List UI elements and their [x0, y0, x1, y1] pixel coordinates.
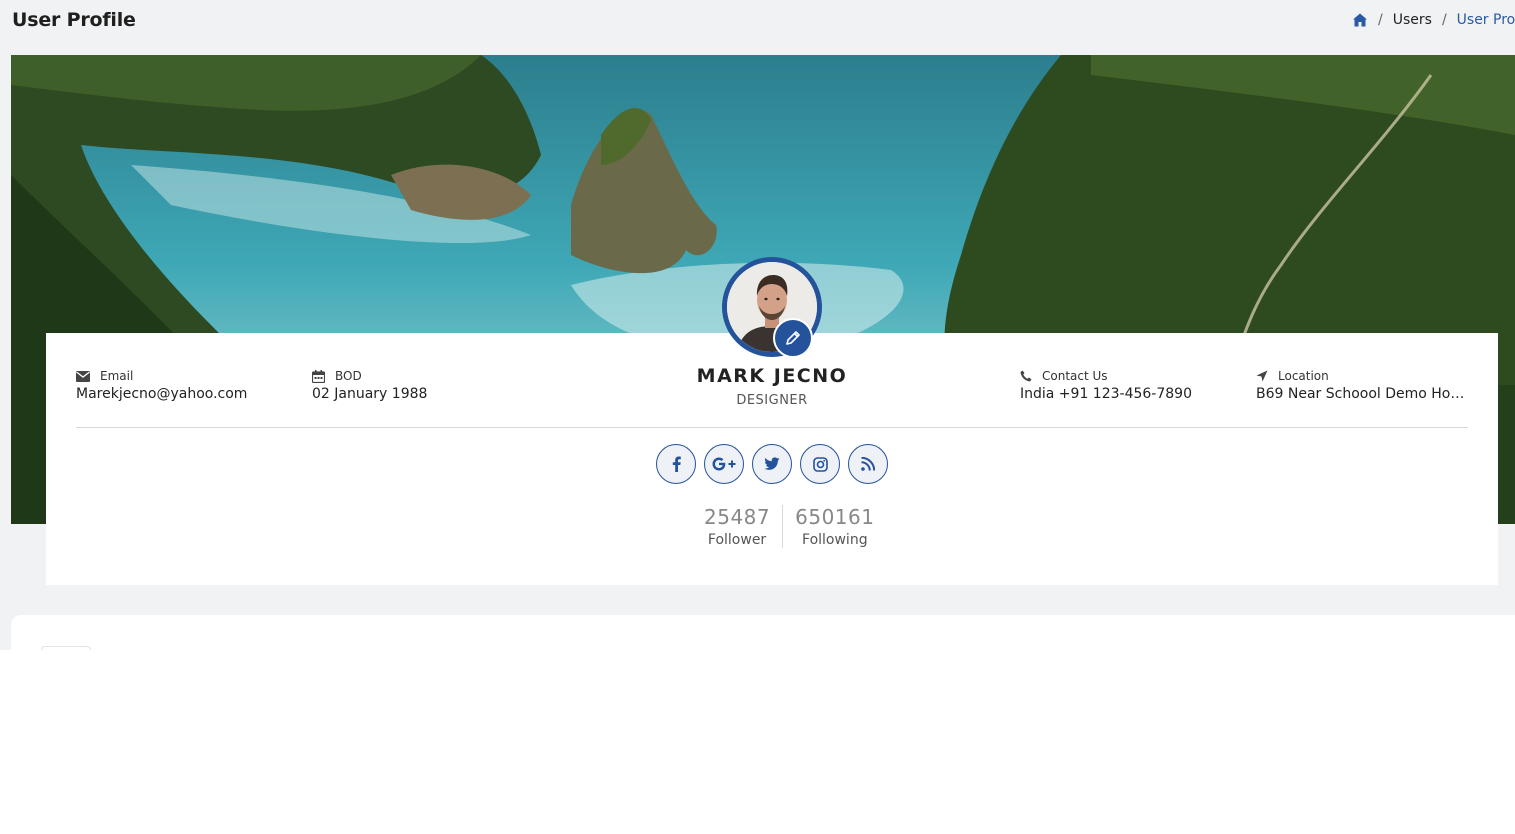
followers-count: 25487	[704, 505, 771, 529]
breadcrumb-item-users[interactable]: Users	[1393, 12, 1432, 28]
page-background: User Profile / Users / User Profile	[0, 0, 1515, 650]
google-plus-button[interactable]	[704, 444, 744, 484]
following-stat: 650161 Following	[782, 505, 886, 548]
breadcrumb-item-current: User Profile	[1456, 12, 1515, 28]
contact-label: Contact Us	[1042, 369, 1108, 383]
location-label: Location	[1278, 369, 1329, 383]
breadcrumb-separator: /	[1441, 12, 1447, 28]
blank-area	[0, 650, 1515, 834]
location-info: Location B69 Near Schoool Demo Home	[1256, 369, 1468, 402]
following-label: Following	[802, 532, 868, 548]
phone-icon	[1020, 370, 1032, 382]
pencil-icon	[786, 331, 800, 345]
followers-label: Follower	[707, 532, 767, 548]
rss-button[interactable]	[848, 444, 888, 484]
following-count: 650161	[795, 505, 875, 529]
breadcrumb: / Users / User Profile	[1352, 12, 1515, 28]
page-title: User Profile	[12, 9, 136, 31]
divider	[76, 427, 1468, 428]
edit-avatar-button[interactable]	[773, 318, 813, 358]
facebook-icon	[672, 456, 681, 472]
contact-value: India +91 123-456-7890	[1020, 386, 1192, 402]
rss-icon	[861, 457, 875, 471]
followers-stat: 25487 Follower	[692, 505, 782, 548]
follow-stats: 25487 Follower 650161 Following	[692, 505, 886, 548]
home-icon[interactable]	[1352, 12, 1368, 28]
profile-card: Email Marekjecno@yahoo.com BOD 02 Januar…	[46, 333, 1498, 585]
instagram-button[interactable]	[800, 444, 840, 484]
social-links	[656, 444, 888, 484]
instagram-icon	[812, 456, 828, 472]
location-arrow-icon	[1256, 370, 1268, 382]
location-value: B69 Near Schoool Demo Home	[1256, 386, 1468, 402]
twitter-icon	[764, 457, 780, 470]
content-panel	[11, 615, 1515, 650]
google-plus-icon	[712, 457, 736, 471]
contact-info: Contact Us India +91 123-456-7890	[1020, 369, 1240, 402]
breadcrumb-separator: /	[1378, 12, 1383, 28]
twitter-button[interactable]	[752, 444, 792, 484]
facebook-button[interactable]	[656, 444, 696, 484]
